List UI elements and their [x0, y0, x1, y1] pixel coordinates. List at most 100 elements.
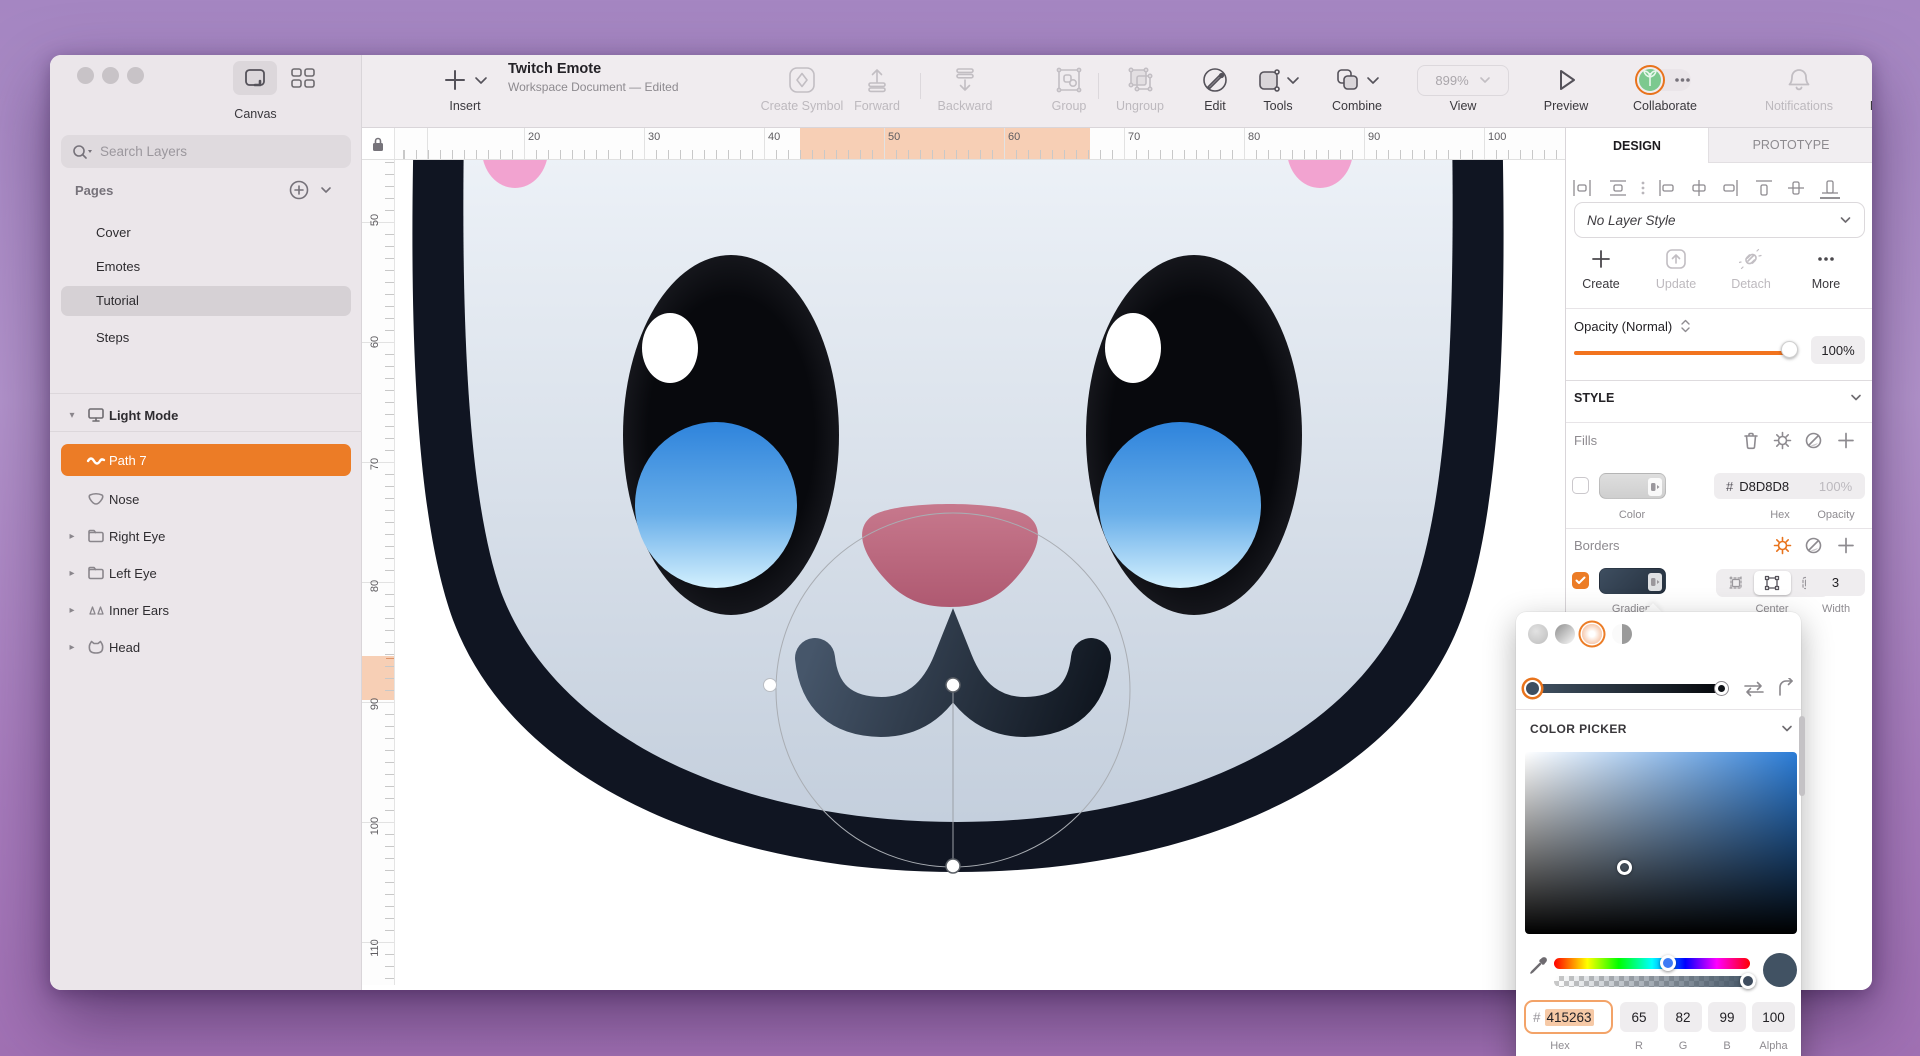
- border-center-button[interactable]: [1754, 571, 1790, 595]
- search-input[interactable]: [100, 144, 320, 159]
- traffic-light-close[interactable]: [77, 67, 94, 84]
- gear-icon[interactable]: [1773, 431, 1792, 450]
- page-item-emotes[interactable]: Emotes: [61, 252, 351, 282]
- artboard-row-light-mode[interactable]: ▾ Light Mode: [61, 399, 351, 431]
- view-control[interactable]: 899% View: [1408, 63, 1518, 113]
- hue-slider[interactable]: [1554, 958, 1750, 969]
- export-button[interactable]: Export: [1858, 63, 1872, 113]
- fill-type-flat-button[interactable]: [1528, 624, 1548, 644]
- trash-icon[interactable]: [1742, 431, 1760, 450]
- layer-style-select[interactable]: No Layer Style: [1574, 202, 1865, 238]
- tools-button[interactable]: Tools: [1246, 63, 1310, 113]
- alpha-slider-knob[interactable]: [1740, 973, 1756, 989]
- chevron-right-icon[interactable]: ▸: [61, 568, 83, 579]
- selection-handle-left[interactable]: [764, 679, 777, 692]
- layer-row-right-eye[interactable]: ▸ Right Eye: [61, 520, 351, 552]
- traffic-light-minimize[interactable]: [102, 67, 119, 84]
- gradient-stop-end[interactable]: [1714, 681, 1729, 696]
- combine-button[interactable]: Combine: [1320, 63, 1394, 113]
- vertical-ruler[interactable]: 50 60 70 80 90 100 110: [362, 160, 395, 985]
- red-field[interactable]: 65: [1620, 1002, 1658, 1032]
- rotate-gradient-icon[interactable]: [1776, 678, 1796, 698]
- zoom-level-field[interactable]: 899%: [1417, 65, 1509, 96]
- chevron-right-icon[interactable]: ▸: [61, 642, 83, 653]
- tab-prototype[interactable]: PROTOTYPE: [1708, 128, 1872, 163]
- ungroup-button[interactable]: Ungroup: [1105, 63, 1175, 113]
- fill-color-swatch[interactable]: [1599, 473, 1666, 499]
- alpha-field[interactable]: 100: [1752, 1002, 1795, 1032]
- gradient-slider[interactable]: [1532, 684, 1722, 693]
- detach-style-button[interactable]: Detach: [1721, 248, 1781, 291]
- border-enabled-checkbox[interactable]: [1572, 572, 1589, 589]
- right-eye-blue-pupil[interactable]: [1099, 422, 1261, 588]
- add-border-icon[interactable]: [1837, 536, 1855, 555]
- canvas-view-toggle[interactable]: [233, 61, 277, 95]
- alpha-slider[interactable]: [1554, 976, 1756, 987]
- selection-handle-bottom[interactable]: [946, 859, 960, 873]
- gear-icon-active[interactable]: [1773, 536, 1792, 555]
- opacity-slider-knob[interactable]: [1781, 341, 1798, 358]
- hue-slider-knob[interactable]: [1660, 955, 1676, 971]
- chevron-down-icon[interactable]: ▾: [61, 410, 83, 421]
- add-fill-icon[interactable]: [1837, 431, 1855, 450]
- chevron-right-icon[interactable]: ▸: [61, 531, 83, 542]
- blend-icon[interactable]: [1804, 431, 1823, 450]
- layer-row-inner-ears[interactable]: ▸ Inner Ears: [61, 594, 351, 626]
- edit-button[interactable]: Edit: [1187, 63, 1243, 113]
- canvas-viewport[interactable]: [395, 160, 1565, 990]
- forward-button[interactable]: Forward: [842, 63, 912, 113]
- eyedropper-icon[interactable]: [1528, 956, 1548, 976]
- fill-opacity-field[interactable]: 100%: [1806, 473, 1865, 499]
- swatch-toggle-icon[interactable]: [1648, 573, 1662, 591]
- tab-design[interactable]: DESIGN: [1566, 128, 1708, 163]
- fill-enabled-checkbox[interactable]: [1572, 477, 1589, 494]
- left-eye-blue-pupil[interactable]: [635, 422, 797, 588]
- border-width-field[interactable]: 3: [1806, 569, 1865, 596]
- blue-field[interactable]: 99: [1708, 1002, 1746, 1032]
- fill-type-angular-button[interactable]: [1612, 624, 1632, 644]
- insert-button[interactable]: Insert: [430, 63, 500, 113]
- ruler-corner-lock[interactable]: [362, 128, 395, 160]
- gradient-stop-start[interactable]: [1524, 680, 1541, 697]
- opacity-value-field[interactable]: 100%: [1811, 336, 1865, 364]
- preview-button[interactable]: Preview: [1534, 63, 1598, 113]
- alignment-toolbar[interactable]: [1570, 176, 1868, 200]
- hex-input-field[interactable]: # 415263: [1524, 1000, 1613, 1034]
- fill-type-radial-button[interactable]: [1582, 624, 1602, 644]
- page-item-tutorial[interactable]: Tutorial: [61, 286, 351, 316]
- page-item-cover[interactable]: Cover: [61, 218, 351, 248]
- update-style-button[interactable]: Update: [1646, 248, 1706, 291]
- border-gradient-swatch[interactable]: [1599, 568, 1666, 594]
- horizontal-ruler[interactable]: 20 30 40 50 60 70 80 90 100: [395, 128, 1572, 160]
- add-page-icon[interactable]: [288, 179, 310, 206]
- saturation-brightness-area[interactable]: [1525, 752, 1797, 934]
- layer-row-left-eye[interactable]: ▸ Left Eye: [61, 557, 351, 589]
- pages-collapse-chevron-icon[interactable]: [318, 182, 334, 203]
- chevron-right-icon[interactable]: ▸: [61, 605, 83, 616]
- create-symbol-button[interactable]: Create Symbol: [752, 63, 852, 113]
- head-face[interactable]: [463, 160, 1452, 822]
- collaborate-control[interactable]: Collaborate: [1618, 63, 1712, 113]
- page-item-steps[interactable]: Steps: [61, 323, 351, 353]
- blend-icon[interactable]: [1804, 536, 1823, 555]
- chevron-down-icon[interactable]: [1849, 392, 1863, 404]
- backward-button[interactable]: Backward: [927, 63, 1003, 113]
- green-field[interactable]: 82: [1664, 1002, 1702, 1032]
- swatch-toggle-icon[interactable]: [1648, 478, 1662, 496]
- search-layers-field[interactable]: [61, 135, 351, 168]
- layer-row-path7[interactable]: Path 7: [61, 444, 351, 476]
- selection-handle-center[interactable]: [946, 678, 960, 692]
- more-styles-button[interactable]: More: [1796, 248, 1856, 291]
- notifications-button[interactable]: Notifications: [1752, 63, 1846, 113]
- reverse-gradient-icon[interactable]: [1742, 680, 1766, 698]
- fill-type-linear-button[interactable]: [1555, 624, 1575, 644]
- traffic-light-zoom[interactable]: [127, 67, 144, 84]
- opacity-slider[interactable]: [1574, 351, 1796, 355]
- group-button[interactable]: Group: [1039, 63, 1099, 113]
- grid-view-icon[interactable]: [288, 65, 318, 98]
- layer-row-head[interactable]: ▸ Head: [61, 631, 351, 663]
- color-picker-cursor[interactable]: [1617, 860, 1632, 875]
- border-inside-button[interactable]: [1718, 571, 1754, 595]
- stepper-icon[interactable]: [1680, 318, 1691, 334]
- chevron-down-icon[interactable]: [1780, 723, 1794, 735]
